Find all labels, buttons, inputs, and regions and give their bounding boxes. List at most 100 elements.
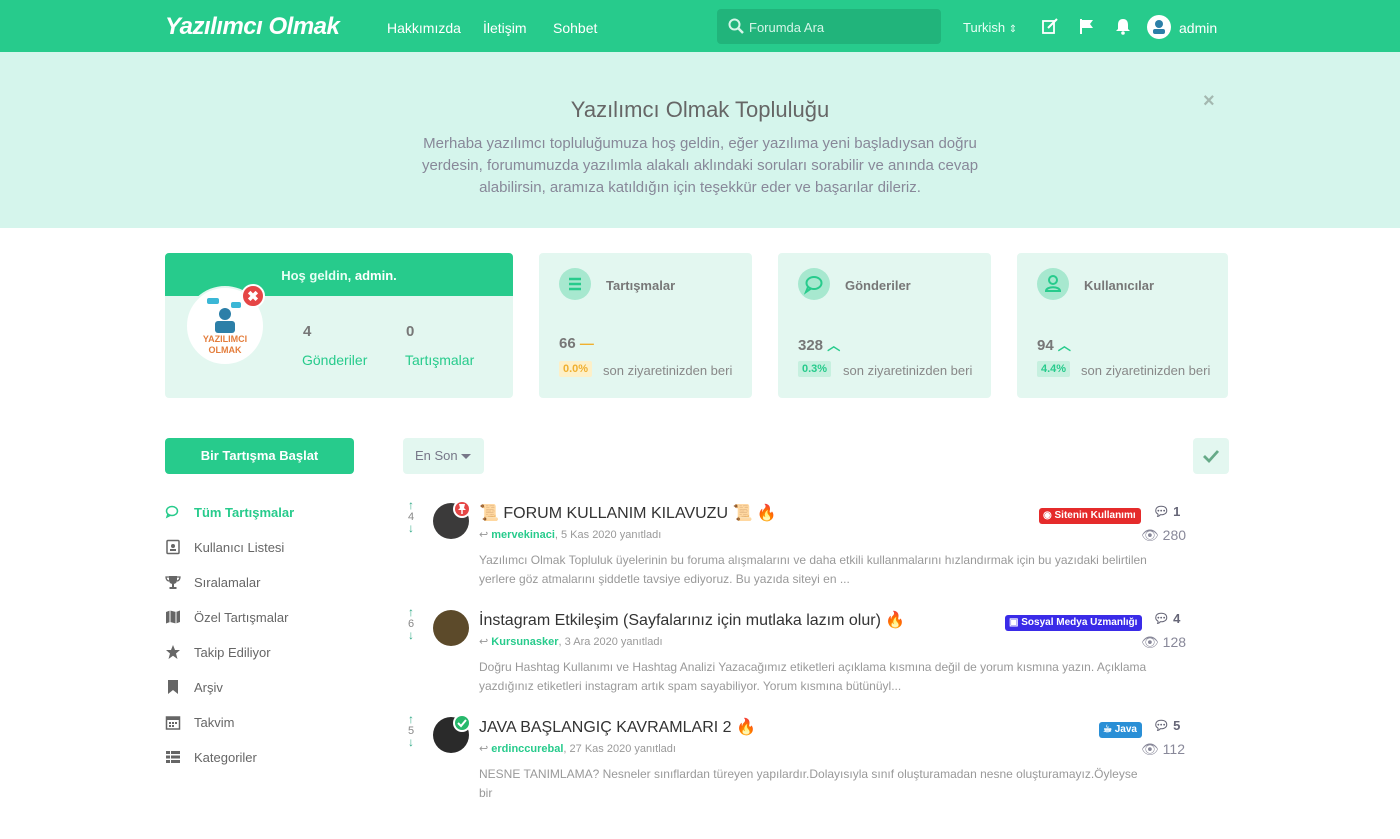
reply-count-value: 5 — [1173, 718, 1181, 733]
sidebar-item-label: Tüm Tartışmalar — [194, 505, 295, 520]
comment-icon — [798, 268, 830, 300]
posts-count: 4 — [303, 323, 312, 340]
java-icon: ☕︎ — [1103, 724, 1112, 735]
flag-icon[interactable] — [1078, 17, 1096, 35]
caret-down-icon — [461, 454, 471, 459]
sidebar-item-label: Özel Tartışmalar — [194, 610, 289, 625]
sidebar-item-label: Arşiv — [194, 680, 223, 695]
comment-icon: 💬︎ — [1153, 504, 1170, 519]
comment-icon: 💬︎ — [1153, 718, 1170, 733]
discussion-row[interactable]: ↑ 5 ↓ JAVA BAŞLANGIÇ KAVRAMLARI 2 🔥 ↩ er… — [403, 713, 1233, 819]
avatar-text: YAZILIMCI OLMAK — [202, 334, 248, 355]
sort-arrows-icon: ⇕ — [1008, 24, 1018, 35]
vote-control: ↑ 5 ↓ — [403, 713, 419, 748]
tag-label: Sosyal Medya Uzmanlığı — [1021, 617, 1138, 628]
stat-value: 328 ︿ — [798, 335, 840, 354]
author-name[interactable]: mervekinaci — [491, 529, 555, 541]
reply-icon: ↩ — [479, 743, 489, 755]
nav-link-contact[interactable]: İletişim — [483, 20, 527, 36]
site-logo[interactable]: Yazılımcı Olmak — [165, 13, 340, 41]
notification-bell-icon[interactable] — [1114, 17, 1132, 35]
author-name[interactable]: Kursunasker — [491, 636, 558, 648]
close-hero-button[interactable]: × — [1203, 90, 1215, 113]
discussions-link[interactable]: Tartışmalar — [405, 352, 474, 368]
top-bar: Yazılımcı Olmak Hakkımızda İletişim Sohb… — [0, 0, 1400, 52]
language-label: Turkish — [963, 20, 1006, 35]
tag-icon: ▣ — [1009, 617, 1019, 628]
stat-title: Gönderiler — [845, 278, 911, 293]
sort-label: En Son — [415, 448, 458, 463]
upvote-arrow-icon[interactable]: ↑ — [403, 713, 419, 725]
reply-icon: ↩ — [479, 529, 489, 541]
author-name[interactable]: erdinccurebal — [491, 743, 563, 755]
sidebar-item-label: Kullanıcı Listesi — [194, 540, 285, 555]
eye-icon: 👁︎ — [1141, 741, 1159, 757]
trend-up-icon: ︿ — [1057, 338, 1071, 353]
reply-icon: ↩ — [479, 636, 489, 648]
stat-percent: 0.3% — [798, 361, 832, 377]
bookmark-icon — [168, 680, 178, 694]
stat-card-posts: Gönderiler 328 ︿ 0.3% son ziyaretinizden… — [778, 253, 991, 398]
vote-control: ↑ 6 ↓ — [403, 606, 419, 641]
map-icon — [166, 610, 180, 624]
user-icon — [1037, 268, 1069, 300]
username-label[interactable]: admin — [1179, 20, 1217, 36]
trophy-icon — [165, 576, 181, 589]
view-count: 👁︎ 112 — [1141, 741, 1185, 758]
verified-check-icon — [453, 714, 471, 732]
comments-icon — [165, 505, 179, 519]
category-tag[interactable]: ◉ Sitenin Kullanımı — [1039, 508, 1141, 524]
category-tag[interactable]: ▣ Sosyal Medya Uzmanlığı — [1005, 615, 1143, 631]
reply-count: 💬︎ 5 — [1153, 718, 1180, 734]
stat-value: 66 — — [559, 335, 594, 352]
stat-number: 94 — [1037, 337, 1054, 354]
list-icon — [559, 268, 591, 300]
stat-since: son ziyaretinizden beri — [843, 363, 973, 378]
star-icon — [166, 645, 180, 659]
discussion-excerpt: Doğru Hashtag Kullanımı ve Hashtag Anali… — [479, 660, 1147, 693]
welcome-greeting: Hoş geldin, — [281, 268, 352, 283]
downvote-arrow-icon[interactable]: ↓ — [403, 736, 419, 748]
reply-date: , 3 Ara 2020 yanıtladı — [558, 636, 663, 648]
reply-date: , 5 Kas 2020 yanıtladı — [554, 529, 662, 541]
stat-title: Tartışmalar — [606, 278, 676, 293]
discussion-title[interactable]: İnstagram Etkileşim (Sayfalarınız için m… — [479, 610, 905, 630]
stat-since: son ziyaretinizden beri — [603, 363, 733, 378]
sort-dropdown[interactable]: En Son — [403, 438, 484, 474]
view-count: 👁︎ 280 — [1141, 527, 1186, 544]
discussion-row[interactable]: ↑ 4 ↓ 📜 FORUM KULLANIM KILAVUZU 📜 🔥 ↩ me… — [403, 499, 1233, 605]
sidebar-item-label: Takip Ediliyor — [194, 645, 271, 660]
stat-value: 94 ︿ — [1037, 335, 1071, 354]
upvote-arrow-icon[interactable]: ↑ — [403, 606, 419, 618]
avatar-figure-icon — [1153, 20, 1165, 34]
discussion-title[interactable]: JAVA BAŞLANGIÇ KAVRAMLARI 2 🔥 — [479, 717, 756, 737]
mark-all-read-button[interactable] — [1193, 438, 1229, 474]
upvote-arrow-icon[interactable]: ↑ — [403, 499, 419, 511]
discussion-meta: ↩ Kursunasker, 3 Ara 2020 yanıtladı — [479, 635, 663, 648]
stat-percent: 4.4% — [1037, 361, 1071, 377]
vote-control: ↑ 4 ↓ — [403, 499, 419, 534]
discussion-title[interactable]: 📜 FORUM KULLANIM KILAVUZU 📜 🔥 — [479, 503, 777, 523]
welcome-card: Hoş geldin, admin. YAZILIMCI OLMAK ✖ 4 G… — [165, 253, 513, 398]
nav-link-about[interactable]: Hakkımızda — [387, 20, 461, 36]
reply-count: 💬︎ 4 — [1153, 611, 1180, 627]
eye-icon: 👁︎ — [1141, 634, 1159, 650]
downvote-arrow-icon[interactable]: ↓ — [403, 629, 419, 641]
user-avatar[interactable] — [1147, 15, 1171, 39]
calendar-icon — [165, 716, 181, 730]
discussion-row[interactable]: ↑ 6 ↓ İnstagram Etkileşim (Sayfalarınız … — [403, 606, 1233, 712]
nav-link-chat[interactable]: Sohbet — [553, 20, 597, 36]
posts-link[interactable]: Gönderiler — [302, 352, 367, 368]
remove-badge-icon[interactable]: ✖ — [241, 284, 265, 308]
check-icon — [1203, 450, 1220, 464]
language-selector[interactable]: Turkish ⇕ — [963, 20, 1017, 35]
category-tag[interactable]: ☕︎ Java — [1099, 722, 1142, 738]
start-discussion-button[interactable]: Bir Tartışma Başlat — [165, 438, 354, 474]
downvote-arrow-icon[interactable]: ↓ — [403, 522, 419, 534]
forum-search-input[interactable]: Forumda Ara — [717, 9, 941, 44]
author-avatar[interactable] — [433, 610, 469, 646]
trend-up-icon: ︿ — [827, 338, 841, 353]
stat-title: Kullanıcılar — [1084, 278, 1155, 293]
reply-date: , 27 Kas 2020 yanıtladı — [563, 743, 676, 755]
compose-icon[interactable] — [1041, 17, 1059, 35]
